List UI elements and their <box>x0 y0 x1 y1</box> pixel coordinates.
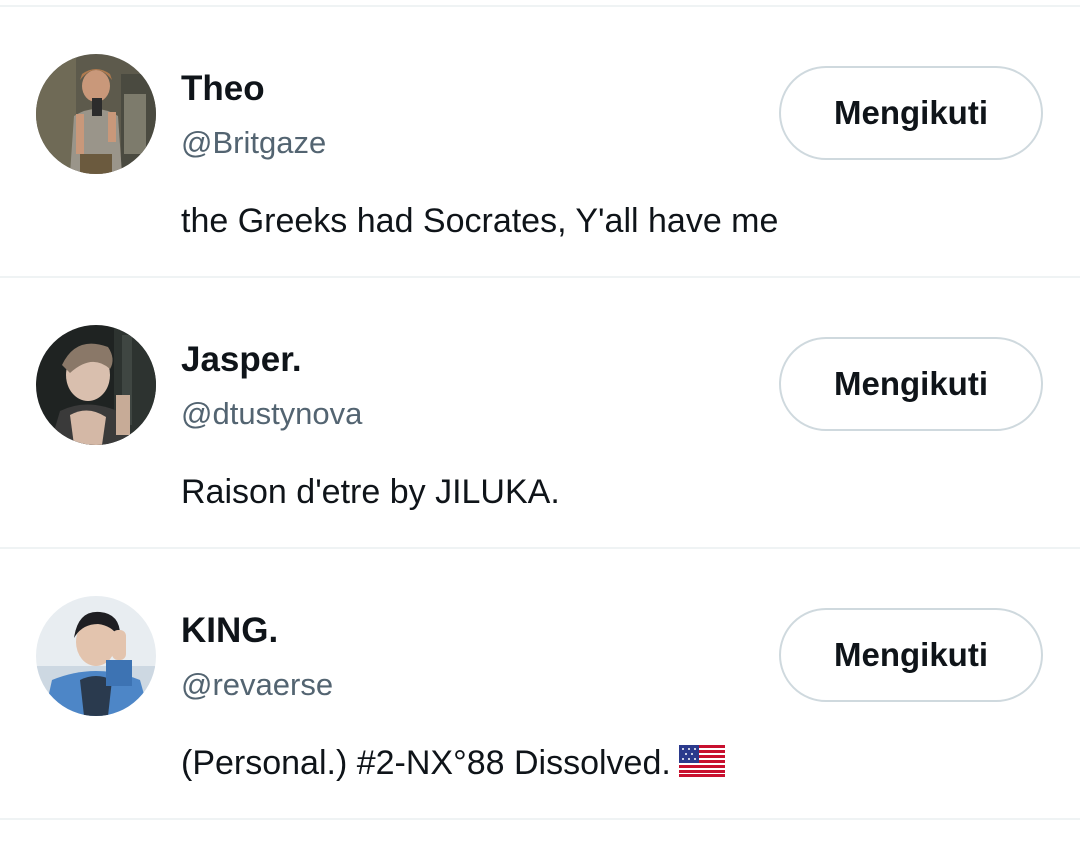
user-cell[interactable]: Jasper. @dtustynova Mengikuti Raison d'e… <box>0 278 1080 549</box>
avatar[interactable] <box>36 596 156 716</box>
user-photo-avatar-icon <box>36 325 156 445</box>
user-bio: (Personal.) #2-NX°88 Dissolved. <box>181 742 725 787</box>
following-button[interactable]: Mengikuti <box>779 337 1043 431</box>
display-name[interactable]: Theo <box>181 69 265 109</box>
user-list: Theo @Britgaze Mengikuti the Greeks had … <box>0 7 1080 820</box>
avatar[interactable] <box>36 325 156 445</box>
user-bio: Raison d'etre by JILUKA. <box>181 471 560 513</box>
display-name[interactable]: KING. <box>181 611 278 651</box>
user-handle[interactable]: @revaerse <box>181 665 333 705</box>
avatar[interactable] <box>36 54 156 174</box>
bio-text: (Personal.) #2-NX°88 Dissolved. <box>181 744 671 782</box>
bio-text: the Greeks had Socrates, Y'all have me <box>181 202 779 240</box>
user-photo-avatar-icon <box>36 54 156 174</box>
user-cell[interactable]: Theo @Britgaze Mengikuti the Greeks had … <box>0 7 1080 278</box>
user-bio: the Greeks had Socrates, Y'all have me <box>181 200 778 242</box>
user-handle[interactable]: @dtustynova <box>181 394 362 434</box>
following-button[interactable]: Mengikuti <box>779 66 1043 160</box>
display-name[interactable]: Jasper. <box>181 340 302 380</box>
user-photo-avatar-icon <box>36 596 156 716</box>
user-handle[interactable]: @Britgaze <box>181 123 326 163</box>
bio-text: Raison d'etre by JILUKA. <box>181 473 560 511</box>
following-button[interactable]: Mengikuti <box>779 608 1043 702</box>
user-cell[interactable]: KING. @revaerse Mengikuti (Personal.) #2… <box>0 549 1080 820</box>
us-flag-emoji-icon <box>678 745 725 787</box>
